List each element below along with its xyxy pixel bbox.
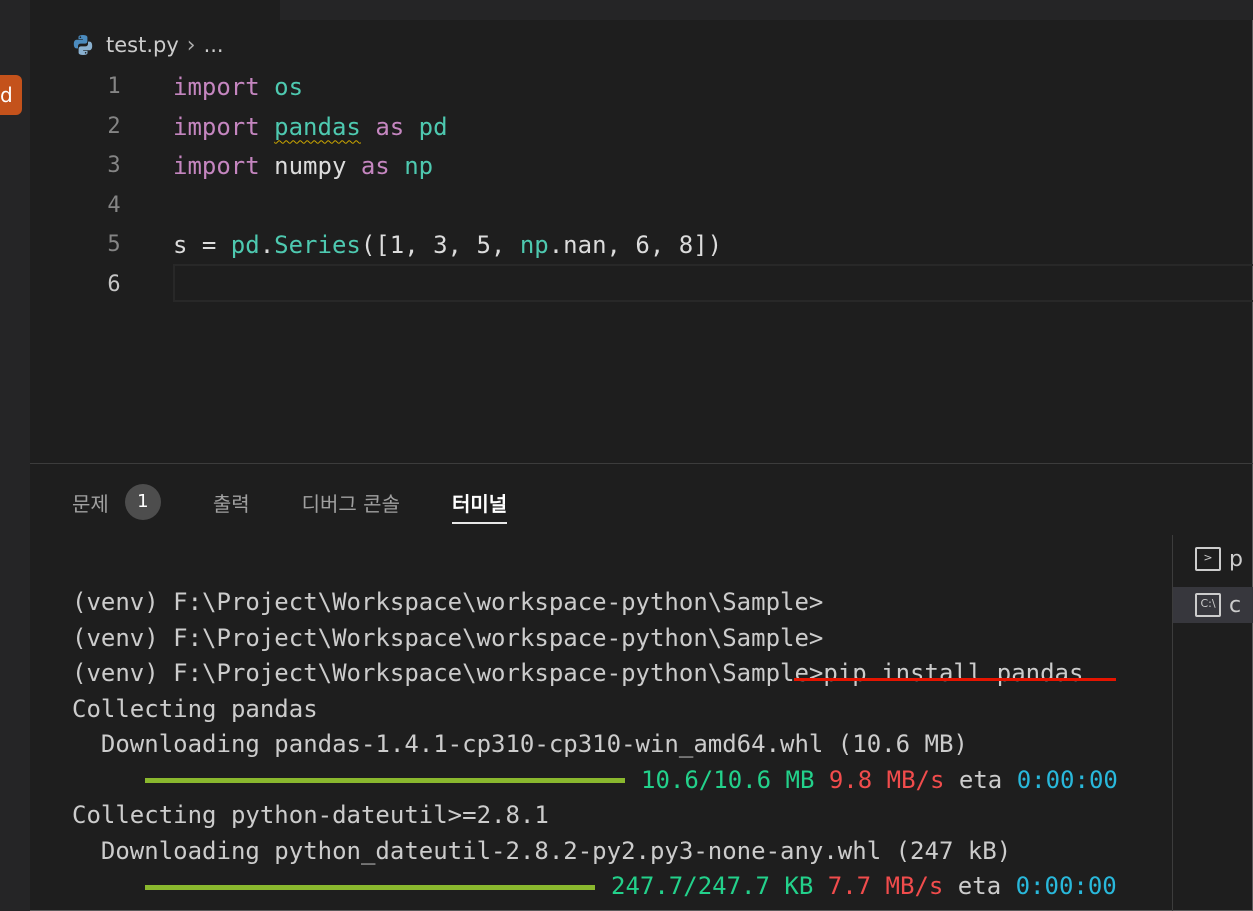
line-number: 2	[107, 113, 121, 139]
breadcrumb-symbols[interactable]: ...	[204, 33, 224, 57]
code-token: import	[173, 152, 260, 181]
line-number: 3	[107, 153, 121, 179]
code-token: as	[360, 152, 390, 181]
code-token: s =	[173, 231, 231, 260]
python-file-icon	[73, 35, 93, 55]
code-line[interactable]: 2 import pandas as pd	[30, 107, 1253, 147]
terminal-line: Downloading python_dateutil-2.8.2-py2.py…	[72, 836, 1012, 865]
cmd-icon: C:\	[1195, 593, 1221, 617]
tab-label: 터미널	[451, 491, 508, 516]
highlight-underline	[794, 678, 1116, 681]
progress-bar	[145, 778, 625, 783]
terminal-line: (venv) F:\Project\Workspace\workspace-py…	[72, 656, 1163, 692]
side-badge[interactable]: d	[0, 75, 22, 115]
current-line-highlight	[173, 264, 1253, 302]
progress-eta: 0:00:00	[1016, 765, 1118, 794]
progress-size: 10.6/10.6 MB	[641, 765, 815, 794]
powershell-icon: >	[1195, 547, 1221, 571]
code-token: pandas	[274, 112, 361, 141]
line-number: 6	[107, 272, 121, 297]
terminal-line: (venv) F:\Project\Workspace\workspace-py…	[72, 588, 824, 616]
code-line[interactable]: 1 import os	[30, 67, 1253, 107]
code-line[interactable]: 3 import numpy as np	[30, 146, 1253, 186]
progress-speed: 7.7 MB/s	[827, 872, 944, 900]
problems-count-badge: 1	[124, 484, 161, 520]
code-text[interactable]: import numpy as np	[173, 146, 433, 186]
panel-divider[interactable]	[30, 463, 1253, 464]
code-token: np	[404, 152, 434, 181]
breadcrumb[interactable]: test.py › ...	[72, 30, 224, 60]
code-token: Series	[274, 231, 361, 260]
progress-eta-label: eta	[958, 765, 1003, 794]
progress-speed: 9.8 MB/s	[828, 765, 945, 794]
line-number: 1	[107, 74, 121, 99]
code-token: pd	[230, 231, 260, 260]
tab-label: 디버그 콘솔	[301, 491, 400, 516]
code-token: numpy	[274, 152, 347, 181]
terminal-progress-line: 247.7/247.7 KB 7.7 MB/s eta 0:00:00	[72, 869, 1163, 905]
code-line[interactable]: 4	[30, 186, 1253, 226]
terminal-instance[interactable]: > p	[1173, 541, 1253, 577]
terminal-progress-line: 10.6/10.6 MB 9.8 MB/s eta 0:00:00	[72, 763, 1163, 799]
line-number: 5	[107, 232, 121, 258]
terminal-output[interactable]: (venv) F:\Project\Workspace\workspace-py…	[72, 585, 1163, 905]
breadcrumb-file[interactable]: test.py	[106, 33, 179, 57]
code-token: .nan, 6, 8])	[548, 231, 723, 260]
code-text[interactable]: import os	[173, 67, 303, 107]
tab-label: 출력	[212, 491, 250, 516]
activity-bar-edge: d	[0, 0, 30, 911]
terminal-line: Collecting pandas	[72, 694, 318, 723]
code-text[interactable]: import pandas as pd	[173, 107, 448, 147]
tab-3[interactable]: 디버그 콘솔	[302, 480, 400, 524]
terminal-list: > p C:\ c	[1172, 535, 1253, 911]
terminal-line: (venv) F:\Project\Workspace\workspace-py…	[72, 623, 824, 652]
chevron-right-icon: ›	[186, 32, 196, 58]
code-token: as	[375, 112, 405, 141]
code-token: os	[274, 73, 304, 101]
progress-eta-label: eta	[957, 872, 1002, 900]
terminal-line: Downloading pandas-1.4.1-cp310-cp310-win…	[72, 730, 968, 758]
code-token: import	[173, 73, 260, 101]
terminal-instance[interactable]: C:\ c	[1173, 587, 1253, 623]
code-token: .	[259, 231, 275, 260]
code-token: import	[173, 112, 260, 141]
progress-eta: 0:00:00	[1015, 872, 1117, 900]
code-token: pd	[418, 112, 448, 141]
tab-2[interactable]: 출력	[213, 480, 250, 524]
tab-label: 문제	[72, 491, 109, 516]
code-text[interactable]: s = pd.Series([1, 3, 5, np.nan, 6, 8])	[173, 225, 722, 265]
line-number: 4	[107, 192, 121, 218]
terminal-instance-label: c	[1229, 592, 1242, 618]
tab-1[interactable]: 문제 1	[72, 480, 161, 524]
tab-4[interactable]: 터미널	[451, 480, 508, 524]
panel-tabs: 문제 1 출력 디버그 콘솔 터미널	[72, 480, 559, 524]
progress-bar	[145, 884, 595, 890]
terminal-line: Collecting python-dateutil>=2.8.1	[72, 801, 549, 829]
editor-tab-strip	[280, 0, 1253, 20]
code-token: np	[519, 231, 549, 260]
code-token: ([1, 3, 5,	[360, 231, 520, 260]
terminal-instance-label: p	[1229, 546, 1243, 572]
progress-size: 247.7/247.7 KB	[611, 872, 814, 900]
code-editor[interactable]: 1 import os 2 import pandas as pd 3 import nu…	[30, 62, 1253, 462]
code-line[interactable]: 5 s = pd.Series([1, 3, 5, np.nan, 6, 8])	[30, 225, 1253, 265]
